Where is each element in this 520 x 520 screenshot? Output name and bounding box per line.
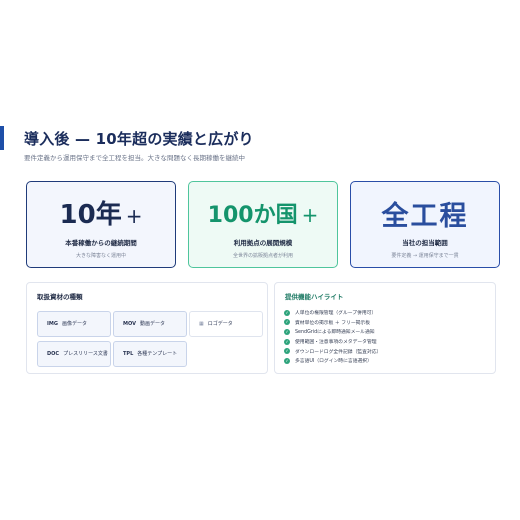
page-subtitle: 要件定義から運用保守まで全工程を担当。大きな問題なく長期稼働を継続中 [24, 154, 245, 162]
material-tile-doc: DOC プレスリリース文書 [37, 341, 111, 367]
stat-card-countries: 100か国 + 利用拠点の展開規模 全世界の拡販拠点者が利用 [188, 181, 338, 268]
highlights-panel: 提供機能ハイライト ✓ 人単位の権限管理（グループ併用可） ✓ 資材単位の掲示板 ＋… [274, 282, 496, 374]
stat-note: 大きな障害なく運用中 [75, 253, 126, 259]
list-item: ✓ 資材単位の掲示板 ＋ フリー掲示板 [284, 318, 381, 328]
material-label: 各種テンプレート [137, 351, 178, 357]
check-icon: ✓ [284, 357, 290, 364]
stat-label: 当社の担当範囲 [402, 239, 448, 247]
list-item: ✓ SendGridによる即時通知メール通知 [284, 327, 381, 337]
material-label: ロゴデータ [207, 321, 233, 327]
material-code: IMG [47, 321, 58, 327]
check-icon: ✓ [284, 309, 290, 316]
highlight-text: 使用範囲・注意事項のメタデータ管理 [295, 340, 377, 346]
page-title: 導入後 — 10年超の実績と広がり [24, 130, 254, 148]
material-code: DOC [47, 351, 60, 357]
stat-number: 100か国 [207, 203, 298, 228]
stat-label: 本番稼働からの継続期間 [65, 239, 137, 247]
list-item: ✓ 多言語UI（ログイン時に言語選択） [284, 356, 381, 366]
material-tile-tpl: TPL 各種テンプレート [113, 341, 187, 367]
stat-suffix: + [125, 204, 143, 228]
material-tile-logo: ▦ ロゴデータ [189, 311, 263, 337]
stat-card-scope: 全工程 当社の担当範囲 要件定義 → 運用保守まで一貫 [350, 181, 500, 268]
stat-card-years: 10年 + 本番稼働からの継続期間 大きな障害なく運用中 [26, 181, 176, 268]
material-tile-mov: MOV 動画データ [113, 311, 187, 337]
highlight-text: 人単位の権限管理（グループ併用可） [295, 311, 377, 317]
stat-number: 10年 [59, 200, 122, 230]
check-icon: ✓ [284, 338, 290, 345]
stat-note: 要件定義 → 運用保守まで一貫 [391, 253, 459, 259]
stat-value: 全工程 [351, 194, 499, 233]
materials-panel: 取扱資材の種類 IMG 画像データ MOV 動画データ ▦ ロゴデータ DOC プレスリ… [26, 282, 268, 374]
highlight-text: ダウンロードログ全件記録（監査対応） [295, 349, 382, 355]
list-item: ✓ 人単位の権限管理（グループ併用可） [284, 308, 381, 318]
check-icon: ✓ [284, 319, 290, 326]
highlights-heading: 提供機能ハイライト [285, 293, 344, 301]
stat-number: 全工程 [381, 201, 469, 232]
material-label: 画像データ [61, 321, 87, 327]
list-item: ✓ ダウンロードログ全件記録（監査対応） [284, 346, 381, 356]
stat-value: 100か国 + [189, 197, 337, 229]
highlights-list: ✓ 人単位の権限管理（グループ併用可） ✓ 資材単位の掲示板 ＋ フリー掲示板 ✓ S… [284, 308, 381, 366]
materials-heading: 取扱資材の種類 [37, 293, 83, 301]
check-icon: ✓ [284, 328, 290, 335]
highlight-text: 多言語UI（ログイン時に言語選択） [295, 359, 372, 365]
stat-suffix: + [301, 203, 319, 227]
highlight-text: 資材単位の掲示板 ＋ フリー掲示板 [295, 320, 371, 326]
check-icon: ✓ [284, 348, 290, 355]
material-code: TPL [123, 351, 134, 357]
material-tile-img: IMG 画像データ [37, 311, 111, 337]
material-label: 動画データ [139, 321, 165, 327]
list-item: ✓ 使用範囲・注意事項のメタデータ管理 [284, 337, 381, 347]
stat-value: 10年 + [27, 194, 175, 231]
material-code: MOV [123, 321, 136, 327]
stat-label: 利用拠点の展開規模 [233, 239, 293, 247]
stat-note: 全世界の拡販拠点者が利用 [232, 253, 293, 259]
highlight-text: SendGridによる即時通知メール通知 [295, 330, 375, 336]
material-label: プレスリリース文書 [63, 351, 108, 357]
title-accent-bar [0, 126, 4, 150]
document-icon: ▦ [199, 321, 204, 327]
